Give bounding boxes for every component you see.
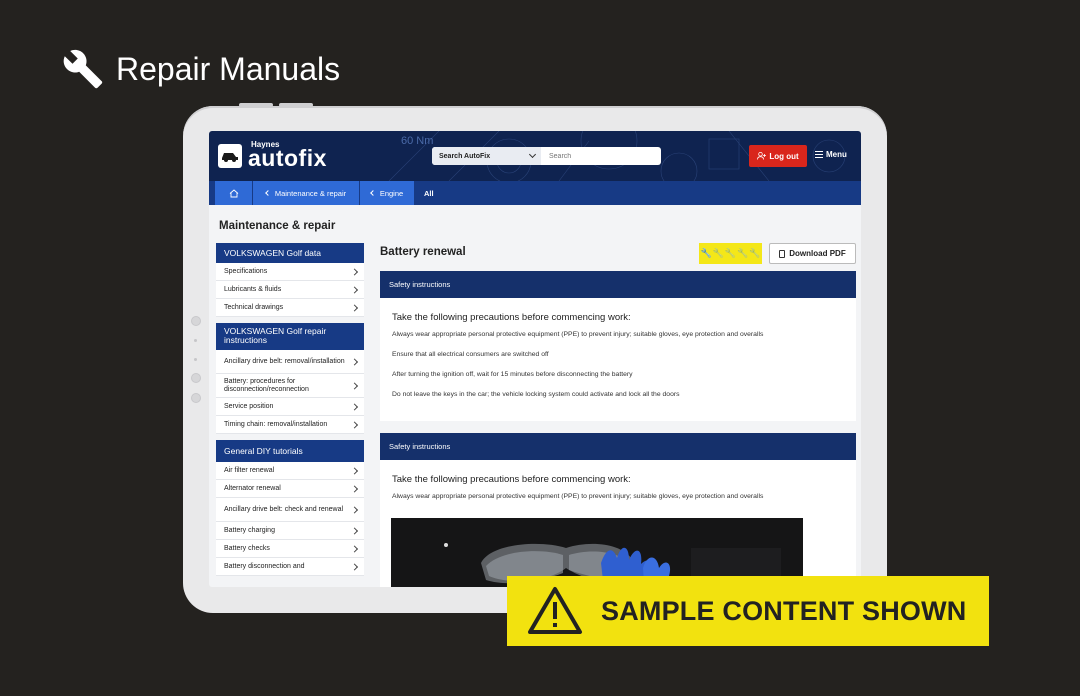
search-bar: Search AutoFix xyxy=(432,147,661,165)
hamburger-icon xyxy=(815,151,823,158)
chevron-right-icon xyxy=(350,484,359,493)
sidebar-item[interactable]: Specifications xyxy=(216,263,364,281)
card-line: Always wear appropriate personal protect… xyxy=(392,493,764,500)
tablet-sensor xyxy=(191,316,201,326)
chevron-right-icon xyxy=(350,420,359,429)
tablet-button xyxy=(239,103,273,107)
chevron-right-icon xyxy=(350,402,359,411)
search-scope-select[interactable]: Search AutoFix xyxy=(432,147,541,165)
logout-button[interactable]: Log out xyxy=(749,145,807,167)
difficulty-rating: 🔧 🔧 🔧 🔧 🔧 xyxy=(699,243,762,264)
chevron-down-icon xyxy=(528,150,537,159)
hero-title-text: Repair Manuals xyxy=(116,50,341,87)
search-input[interactable] xyxy=(541,152,659,160)
sidebar-section-title: General DIY tutorials xyxy=(216,440,364,462)
sidebar: VOLKSWAGEN Golf data Specifications Lubr… xyxy=(216,243,364,576)
chevron-right-icon xyxy=(350,357,359,366)
sidebar-item[interactable]: Ancillary drive belt: removal/installati… xyxy=(216,350,364,374)
wrench-icon: 🔧 xyxy=(724,248,737,258)
home-icon xyxy=(229,188,238,197)
chevron-right-icon xyxy=(350,381,359,390)
sidebar-item[interactable]: Battery: procedures for disconnection/re… xyxy=(216,374,364,398)
sidebar-item[interactable]: Service position xyxy=(216,398,364,416)
card-line: Always wear appropriate personal protect… xyxy=(392,331,764,338)
article-title: Battery renewal xyxy=(380,246,466,258)
card-header: Safety instructions xyxy=(380,271,856,298)
breadcrumb-engine[interactable]: Engine xyxy=(360,181,414,205)
sidebar-item[interactable]: Air filter renewal xyxy=(216,462,364,480)
card-heading: Take the following precautions before co… xyxy=(392,312,631,323)
breadcrumb-maintenance[interactable]: Maintenance & repair xyxy=(253,181,359,205)
breadcrumb-home[interactable] xyxy=(215,181,252,205)
card-heading: Take the following precautions before co… xyxy=(392,474,631,485)
hero-title: Repair Manuals xyxy=(62,48,340,90)
sample-content-text: SAMPLE CONTENT SHOWN xyxy=(601,595,967,626)
wrench-icon: 🔧 xyxy=(700,248,712,258)
tablet-dot xyxy=(194,358,197,361)
sidebar-item[interactable]: Ancillary drive belt: check and renewal xyxy=(216,498,364,522)
tablet-button xyxy=(279,103,313,107)
wrench-icon xyxy=(63,49,103,89)
warning-icon xyxy=(528,587,582,634)
sidebar-item[interactable]: Battery charging xyxy=(216,522,364,540)
download-pdf-button[interactable]: Download PDF xyxy=(769,243,856,264)
chevron-right-icon xyxy=(350,544,359,553)
menu-button[interactable]: Menu xyxy=(815,150,847,159)
card-line: Ensure that all electrical consumers are… xyxy=(392,351,549,358)
user-icon xyxy=(757,152,767,160)
chevron-right-icon xyxy=(350,466,359,475)
file-icon xyxy=(779,249,786,258)
brand-big: autofix xyxy=(248,145,327,171)
tablet-frame: 60 Nm Haynes autofix Search AutoFix Sear… xyxy=(183,103,887,613)
wrench-icon: 🔧 xyxy=(749,248,761,258)
chevron-right-icon xyxy=(350,505,359,514)
tablet-sensor xyxy=(191,393,201,403)
breadcrumb-current: All xyxy=(424,188,434,198)
wrench-icon: 🔧 xyxy=(712,248,724,258)
wrench-icon: 🔧 xyxy=(737,248,749,258)
chevron-right-icon xyxy=(350,285,359,294)
sidebar-item[interactable]: Battery checks xyxy=(216,540,364,558)
chevron-right-icon xyxy=(350,267,359,276)
breadcrumb: Maintenance & repair Engine All xyxy=(209,181,861,205)
safety-card: Safety instructions Take the following p… xyxy=(380,271,856,421)
chevron-left-icon xyxy=(265,190,271,196)
tablet-sensor xyxy=(191,373,201,383)
sidebar-item[interactable]: Timing chain: removal/installation xyxy=(216,416,364,434)
card-header: Safety instructions xyxy=(380,433,856,460)
car-icon xyxy=(218,143,242,168)
tablet-screen: 60 Nm Haynes autofix Search AutoFix Sear… xyxy=(209,131,861,587)
card-line: Do not leave the keys in the car; the ve… xyxy=(392,391,680,398)
site-logo[interactable]: Haynes autofix xyxy=(218,141,327,170)
tablet-dot xyxy=(194,339,197,342)
page-heading: Maintenance & repair xyxy=(219,220,336,232)
card-line: After turning the ignition off, wait for… xyxy=(392,371,633,378)
chevron-right-icon xyxy=(350,562,359,571)
sidebar-item[interactable]: Lubricants & fluids xyxy=(216,281,364,299)
sidebar-section-title: VOLKSWAGEN Golf data xyxy=(216,243,364,263)
sidebar-item[interactable]: Technical drawings xyxy=(216,299,364,317)
chevron-right-icon xyxy=(350,303,359,312)
site-header: 60 Nm Haynes autofix Search AutoFix Sear… xyxy=(209,131,861,181)
sidebar-item[interactable]: Alternator renewal xyxy=(216,480,364,498)
sidebar-section-title: VOLKSWAGEN Golf repair instructions xyxy=(216,323,364,350)
chevron-left-icon xyxy=(369,190,376,196)
sidebar-item[interactable]: Battery disconnection and xyxy=(216,558,364,576)
chevron-right-icon xyxy=(350,526,359,535)
sample-content-banner: SAMPLE CONTENT SHOWN xyxy=(507,576,989,646)
header-decor-text: 60 Nm xyxy=(401,135,434,147)
